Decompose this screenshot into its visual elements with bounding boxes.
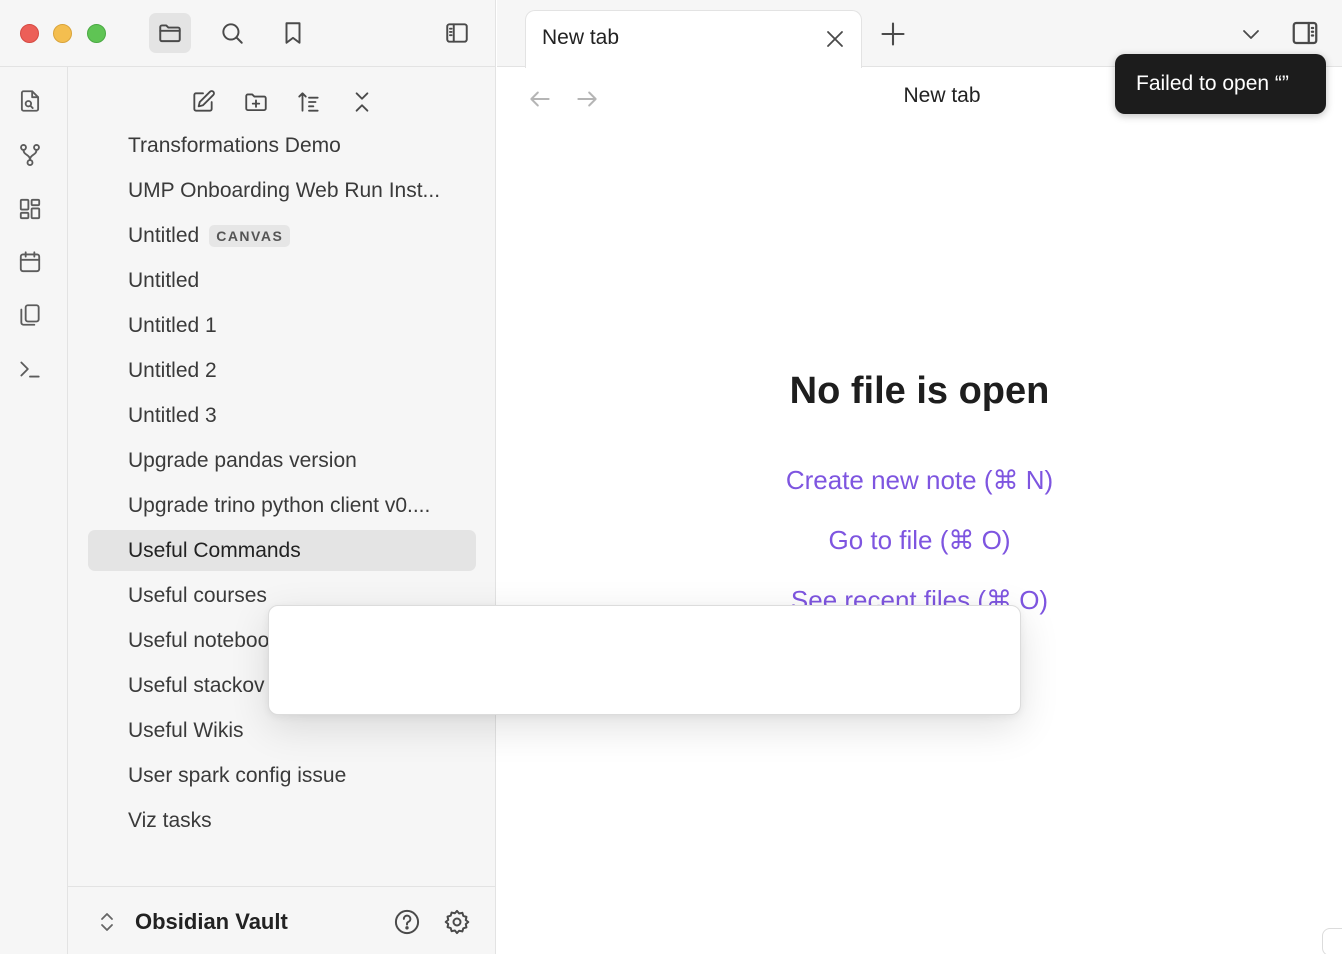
toggle-left-sidebar-button[interactable]	[436, 13, 478, 53]
file-list: Transformations Demo UMP Onboarding Web R…	[88, 125, 476, 845]
new-note-button[interactable]	[186, 85, 220, 119]
help-button[interactable]	[392, 907, 422, 937]
file-item-label: Untitled	[128, 268, 200, 292]
file-item[interactable]: Viz tasks	[88, 800, 476, 841]
close-icon	[827, 31, 843, 47]
graph-view-icon	[20, 144, 40, 166]
file-item[interactable]: Untitled 3	[88, 395, 476, 436]
right-sidebar-icon	[1292, 21, 1318, 45]
tab-list-dropdown[interactable]	[1239, 22, 1263, 46]
settings-icon	[444, 909, 470, 935]
titlebar	[0, 0, 496, 67]
bookmark-icon	[285, 22, 301, 44]
file-item-label: Useful Commands	[128, 538, 301, 562]
file-item-label: Untitled 2	[128, 358, 217, 382]
file-item[interactable]: User spark config issue	[88, 755, 476, 796]
open-quick-switcher-icon	[20, 90, 40, 112]
settings-button[interactable]	[442, 907, 472, 937]
plus-icon	[881, 22, 905, 46]
vault-name[interactable]: Obsidian Vault	[135, 909, 288, 935]
templates-icon	[20, 304, 40, 326]
minimize-window-button[interactable]	[53, 24, 72, 43]
notice-toast: Failed to open “”	[1115, 54, 1326, 114]
file-item-label: Transformations Demo	[128, 133, 341, 157]
file-item[interactable]: Useful Wikis	[88, 710, 476, 751]
file-item[interactable]: Upgrade pandas version	[88, 440, 476, 481]
file-item-label: UMP Onboarding Web Run Inst...	[128, 178, 441, 202]
create-new-note-link[interactable]: Create new note (⌘ N)	[497, 465, 1342, 496]
sort-button[interactable]	[292, 85, 326, 119]
canvas-icon	[19, 198, 41, 220]
tab-new-tab[interactable]: New tab	[525, 10, 862, 68]
file-item[interactable]: Useful Commands	[88, 530, 476, 571]
file-item[interactable]: Transformations Demo	[88, 125, 476, 166]
sort-icon	[298, 92, 319, 112]
help-icon	[394, 909, 420, 935]
file-explorer: Transformations Demo UMP Onboarding Web R…	[68, 67, 496, 887]
bookmarks-view-button[interactable]	[272, 13, 314, 53]
vault-switcher: Obsidian Vault	[68, 886, 496, 954]
files-view-button[interactable]	[149, 13, 191, 53]
search-icon	[222, 23, 243, 44]
graph-view-button[interactable]	[16, 141, 44, 169]
file-item-label: Useful courses	[128, 583, 267, 607]
daily-note-button[interactable]	[16, 248, 44, 276]
file-item-label: Useful noteboo	[128, 628, 270, 652]
chevron-down-icon	[1243, 30, 1259, 39]
vault-chevron-icon[interactable]	[98, 909, 116, 935]
new-note-icon	[193, 90, 215, 112]
collapse-all-icon	[355, 92, 369, 112]
file-explorer-toolbar	[68, 85, 496, 119]
collapse-all-button[interactable]	[345, 85, 379, 119]
main-view: New tab No file is open Create new note …	[497, 68, 1342, 954]
toggle-right-sidebar-button[interactable]	[1289, 18, 1321, 48]
file-item[interactable]: Upgrade trino python client v0....	[88, 485, 476, 526]
file-item-label: Untitled 1	[128, 313, 217, 337]
folder-icon	[159, 24, 181, 43]
daily-note-icon	[19, 251, 41, 273]
search-view-button[interactable]	[211, 13, 253, 53]
empty-popup	[268, 605, 1021, 715]
file-item-label: Useful Wikis	[128, 718, 244, 742]
file-item[interactable]: UMP Onboarding Web Run Inst...	[88, 170, 476, 211]
zoom-window-button[interactable]	[87, 24, 106, 43]
file-item-label: Upgrade trino python client v0....	[128, 493, 431, 517]
ribbon	[0, 67, 68, 954]
command-palette-icon	[20, 361, 40, 378]
quick-switcher-button[interactable]	[16, 87, 44, 115]
go-to-file-link[interactable]: Go to file (⌘ O)	[497, 525, 1342, 556]
file-type-badge: CANVAS	[209, 224, 291, 247]
new-tab-button[interactable]	[879, 20, 907, 48]
empty-state-title: No file is open	[789, 370, 1050, 412]
sidebar-toggle-icon	[446, 23, 468, 43]
templates-button[interactable]	[16, 301, 44, 329]
file-item-label: Untitled	[128, 223, 200, 247]
file-item-label: Upgrade pandas version	[128, 448, 357, 472]
close-tab-button[interactable]	[823, 27, 847, 51]
close-window-button[interactable]	[20, 24, 39, 43]
new-folder-button[interactable]	[239, 85, 273, 119]
canvas-button[interactable]	[16, 195, 44, 223]
file-item[interactable]: Untitled	[88, 260, 476, 301]
file-item-label: Untitled 3	[128, 403, 217, 427]
file-item-label: Useful stackov	[128, 673, 265, 697]
tab-title: New tab	[542, 26, 620, 49]
command-palette-button[interactable]	[16, 355, 44, 383]
file-item[interactable]: Untitled 1	[88, 305, 476, 346]
new-folder-icon	[245, 93, 267, 112]
file-item[interactable]: Untitled CANVAS	[88, 215, 476, 256]
file-item-label: User spark config issue	[128, 763, 347, 787]
status-corner	[1322, 928, 1342, 954]
file-item-label: Viz tasks	[128, 808, 212, 832]
file-item[interactable]: Untitled 2	[88, 350, 476, 391]
